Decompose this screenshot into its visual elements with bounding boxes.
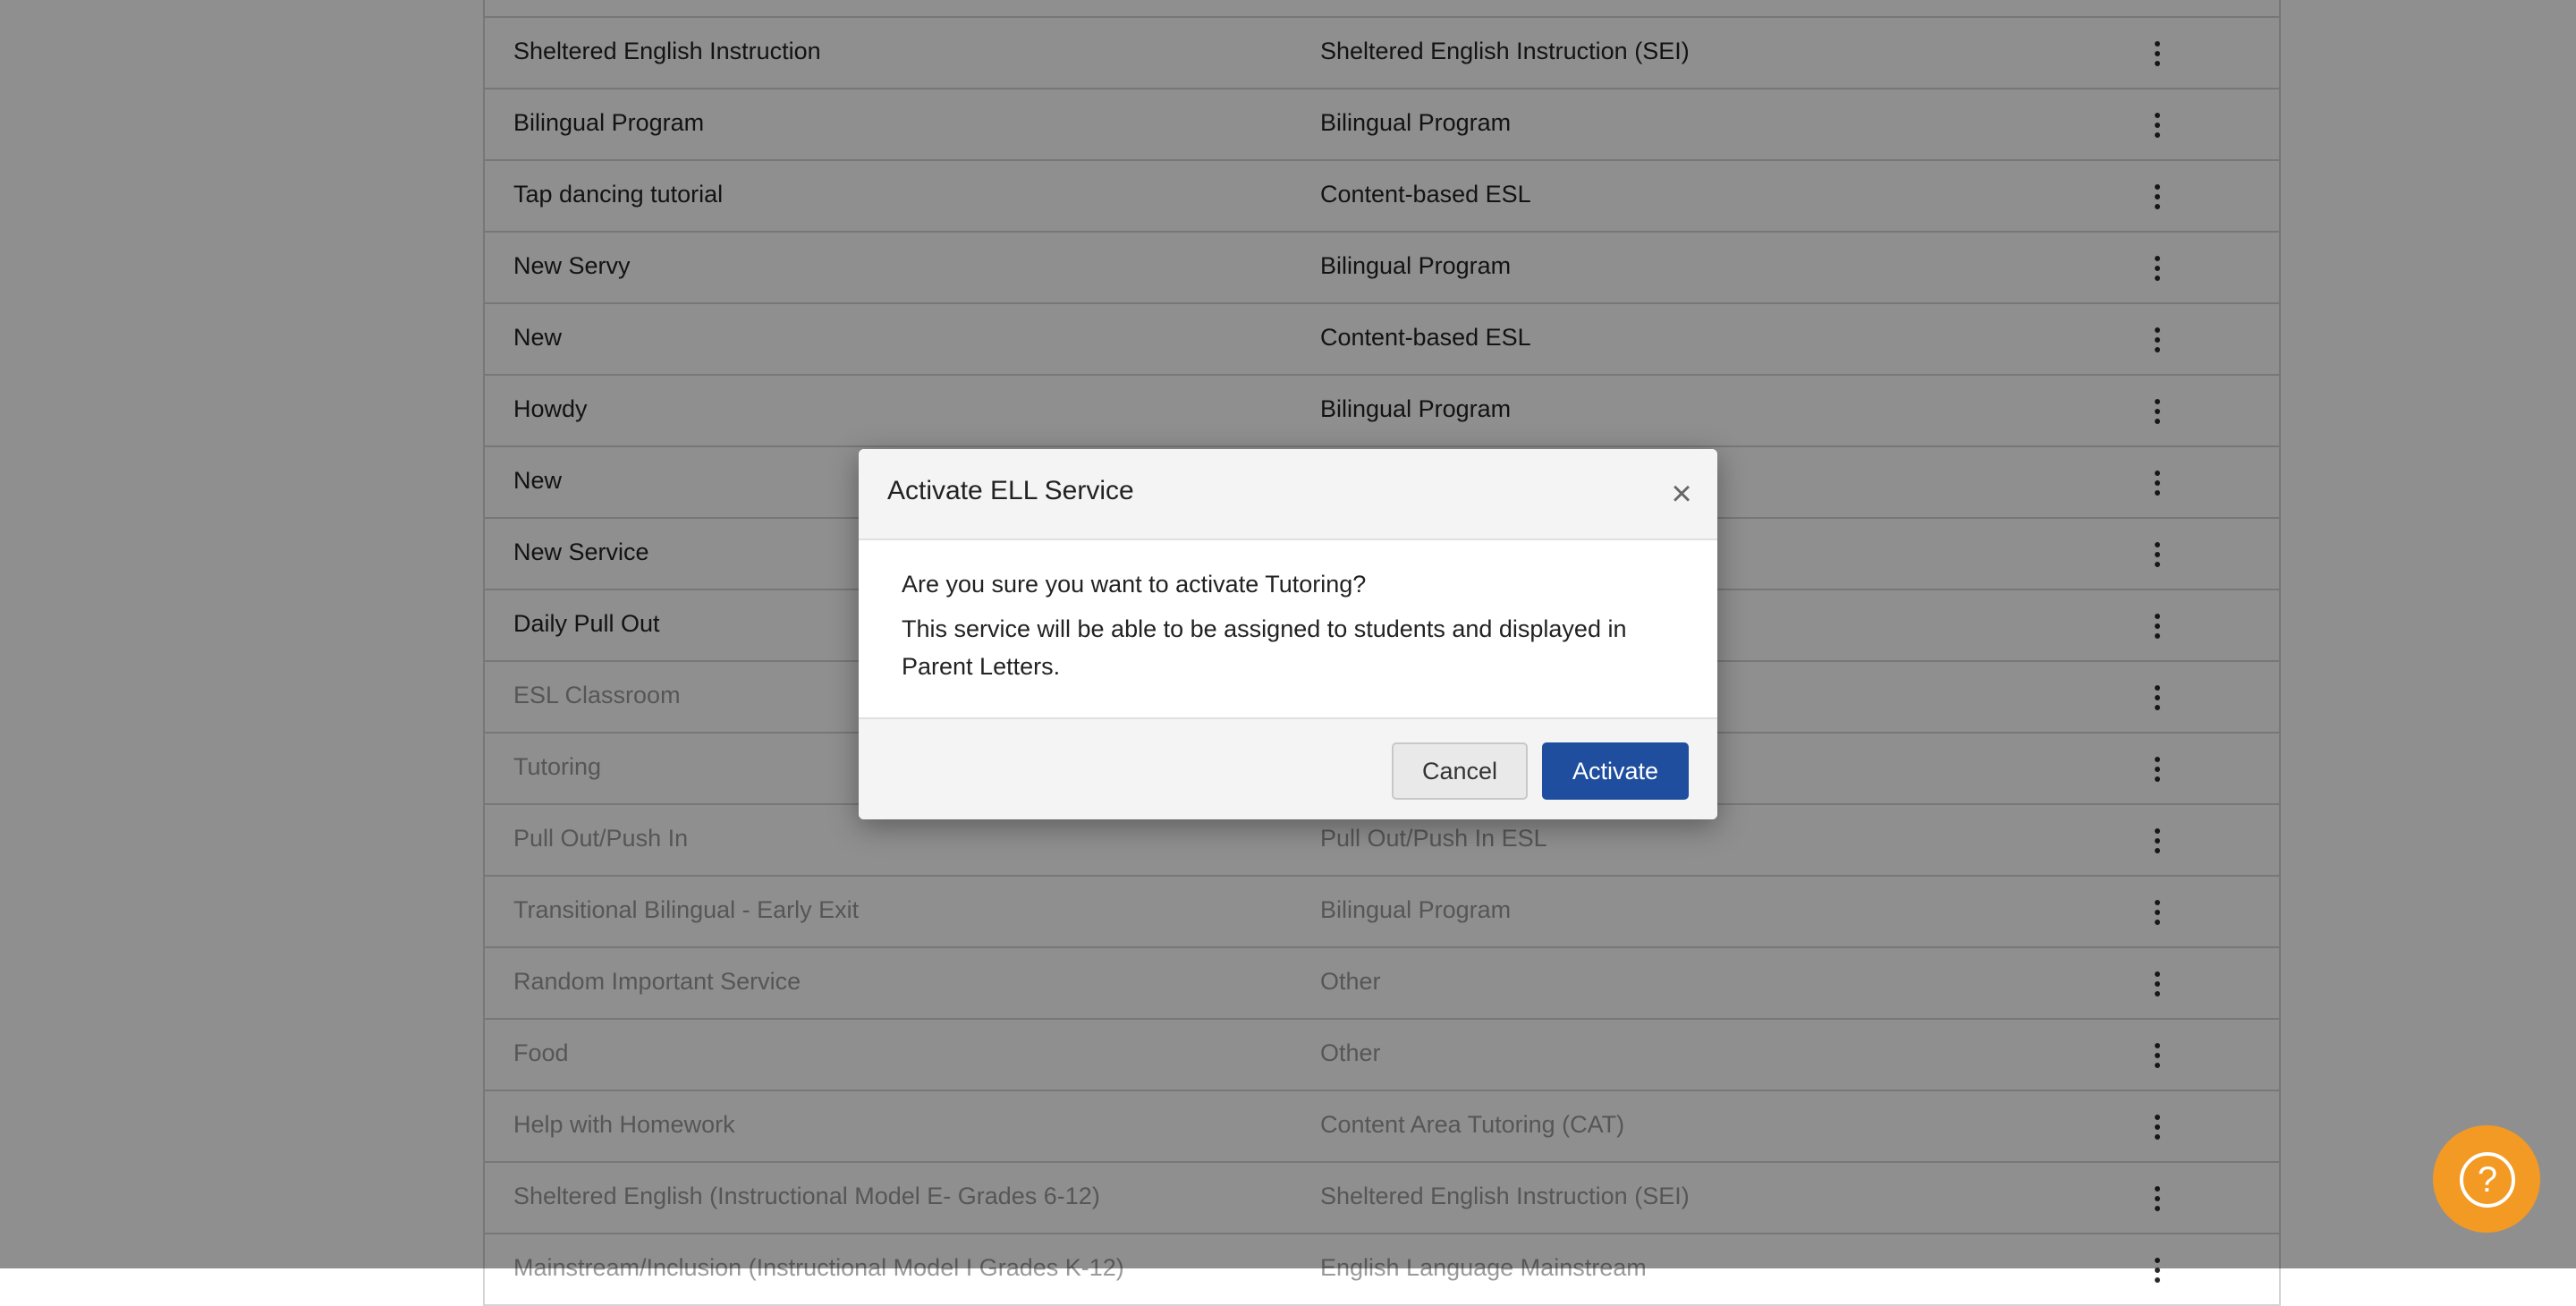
help-button[interactable]: ? (2433, 1125, 2540, 1233)
dialog-body: Are you sure you want to activate Tutori… (902, 565, 1680, 685)
help-question-icon: ? (2460, 1152, 2515, 1208)
activate-service-dialog: Activate ELL Service × Are you sure you … (859, 449, 1717, 819)
activate-button[interactable]: Activate (1542, 742, 1689, 800)
close-icon[interactable]: × (1664, 476, 1699, 512)
confirm-question: Are you sure you want to activate Tutori… (902, 571, 1367, 598)
dialog-title: Activate ELL Service (887, 476, 1134, 505)
kebab-dot (2155, 1277, 2160, 1283)
confirm-description: This service will be able to be assigned… (902, 615, 1627, 680)
dialog-header: Activate ELL Service × (859, 449, 1717, 540)
cancel-button[interactable]: Cancel (1392, 742, 1528, 800)
dialog-footer: Cancel Activate (859, 717, 1717, 819)
